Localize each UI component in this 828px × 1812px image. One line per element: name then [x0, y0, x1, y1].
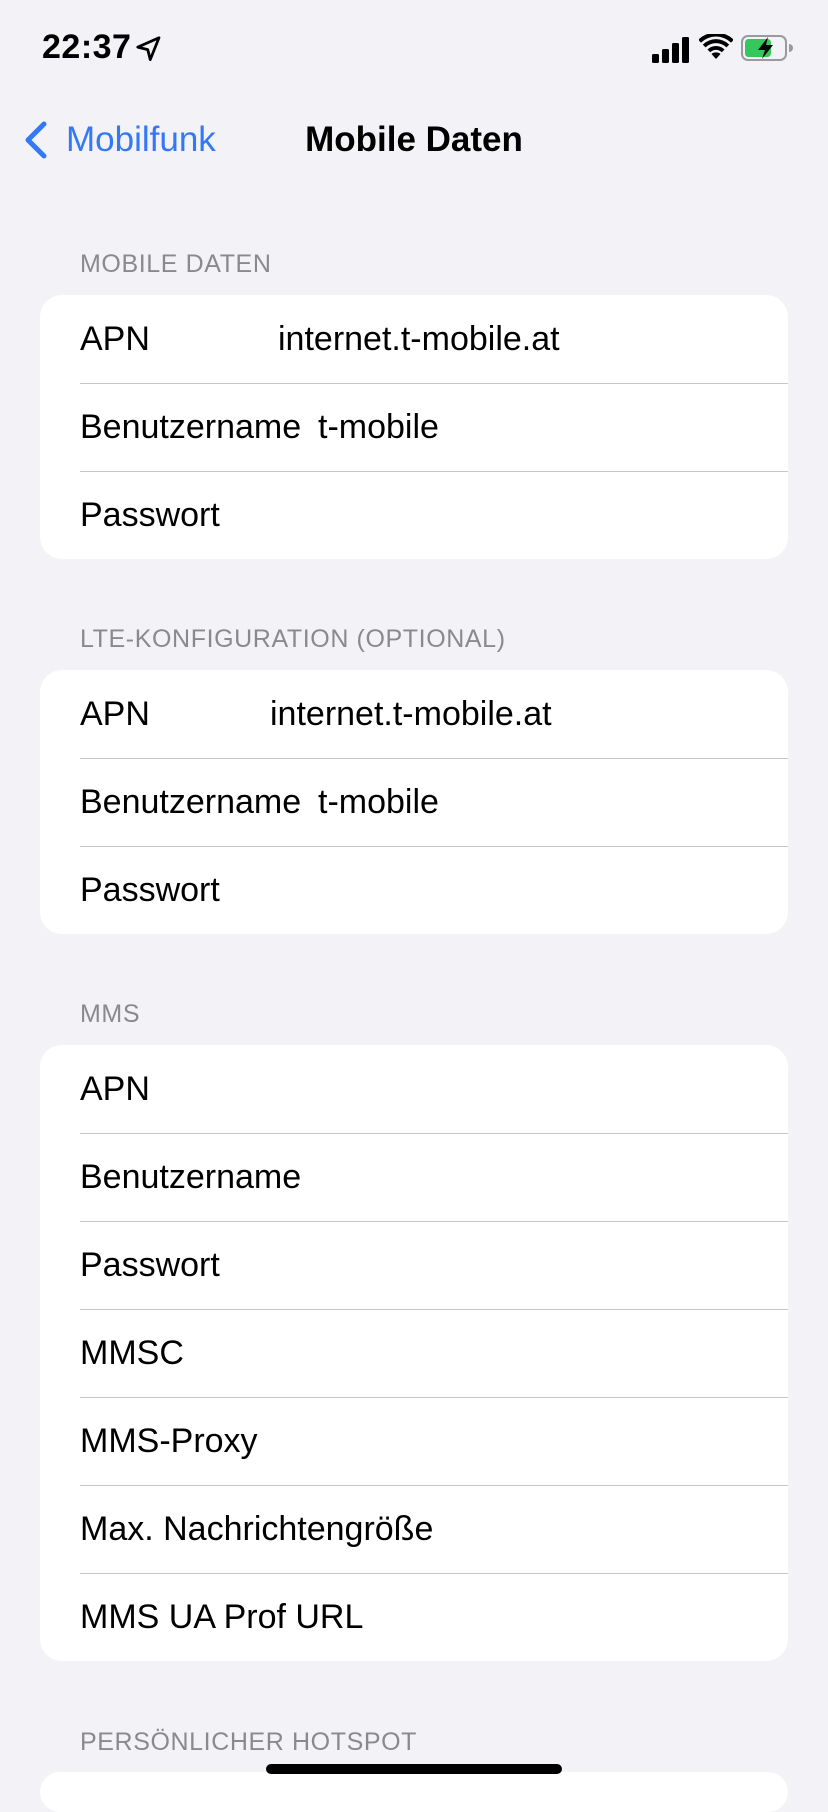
max-message-size-label: Max. Nachrichtengröße — [80, 1510, 434, 1548]
status-time: 22:37 — [42, 28, 132, 66]
mobile-data-apn-row[interactable]: APN — [40, 295, 788, 383]
lte-group: APN Benutzername Passwort — [40, 670, 788, 934]
back-button[interactable]: Mobilfunk — [22, 112, 216, 168]
mms-proxy-label: MMS-Proxy — [80, 1422, 258, 1460]
mobile-data-group: APN Benutzername Passwort — [40, 295, 788, 559]
password-label: Passwort — [80, 871, 220, 909]
mmsc-row[interactable]: MMSC — [40, 1309, 788, 1397]
lte-username-row[interactable]: Benutzername — [40, 758, 788, 846]
apn-label: APN — [80, 1070, 150, 1108]
username-label: Benutzername — [80, 1158, 302, 1196]
apn-label: APN — [80, 320, 150, 358]
chevron-left-icon — [25, 121, 47, 159]
mobile-data-username-row[interactable]: Benutzername — [40, 383, 788, 471]
password-label: Passwort — [80, 1246, 220, 1284]
lte-username-field[interactable] — [318, 758, 758, 846]
mms-username-row[interactable]: Benutzername — [40, 1133, 788, 1221]
section-header-lte: LTE-KONFIGURATION (OPTIONAL) — [80, 625, 506, 653]
section-header-mms: MMS — [80, 1000, 141, 1028]
battery-charging-icon — [741, 35, 793, 61]
wifi-icon — [699, 34, 733, 59]
mms-ua-prof-url-row[interactable]: MMS UA Prof URL — [40, 1573, 788, 1661]
mms-apn-row[interactable]: APN — [40, 1045, 788, 1133]
lte-apn-row[interactable]: APN — [40, 670, 788, 758]
mms-proxy-row[interactable]: MMS-Proxy — [40, 1397, 788, 1485]
home-indicator[interactable] — [266, 1764, 562, 1774]
navigation-bar: Mobile Daten Mobilfunk — [0, 96, 828, 184]
mms-password-row[interactable]: Passwort — [40, 1221, 788, 1309]
mobile-data-apn-field[interactable] — [278, 295, 718, 383]
status-bar: 22:37 — [0, 0, 828, 96]
hotspot-group — [40, 1772, 788, 1812]
mobile-data-password-row[interactable]: Passwort — [40, 471, 788, 559]
username-label: Benutzername — [80, 783, 302, 821]
section-header-mobile-data: MOBILE DATEN — [80, 250, 272, 278]
location-arrow-icon — [136, 36, 161, 61]
back-button-label: Mobilfunk — [66, 120, 216, 159]
mmsc-label: MMSC — [80, 1334, 184, 1372]
apn-label: APN — [80, 695, 150, 733]
cellular-signal-icon — [652, 37, 689, 63]
mms-group: APN Benutzername Passwort MMSC MMS-Proxy… — [40, 1045, 788, 1661]
mobile-data-username-field[interactable] — [318, 383, 758, 471]
lte-apn-field[interactable] — [270, 670, 710, 758]
password-label: Passwort — [80, 496, 220, 534]
section-header-hotspot: PERSÖNLICHER HOTSPOT — [80, 1728, 418, 1756]
username-label: Benutzername — [80, 408, 302, 446]
lte-password-row[interactable]: Passwort — [40, 846, 788, 934]
max-message-size-row[interactable]: Max. Nachrichtengröße — [40, 1485, 788, 1573]
mms-ua-prof-url-label: MMS UA Prof URL — [80, 1598, 364, 1636]
